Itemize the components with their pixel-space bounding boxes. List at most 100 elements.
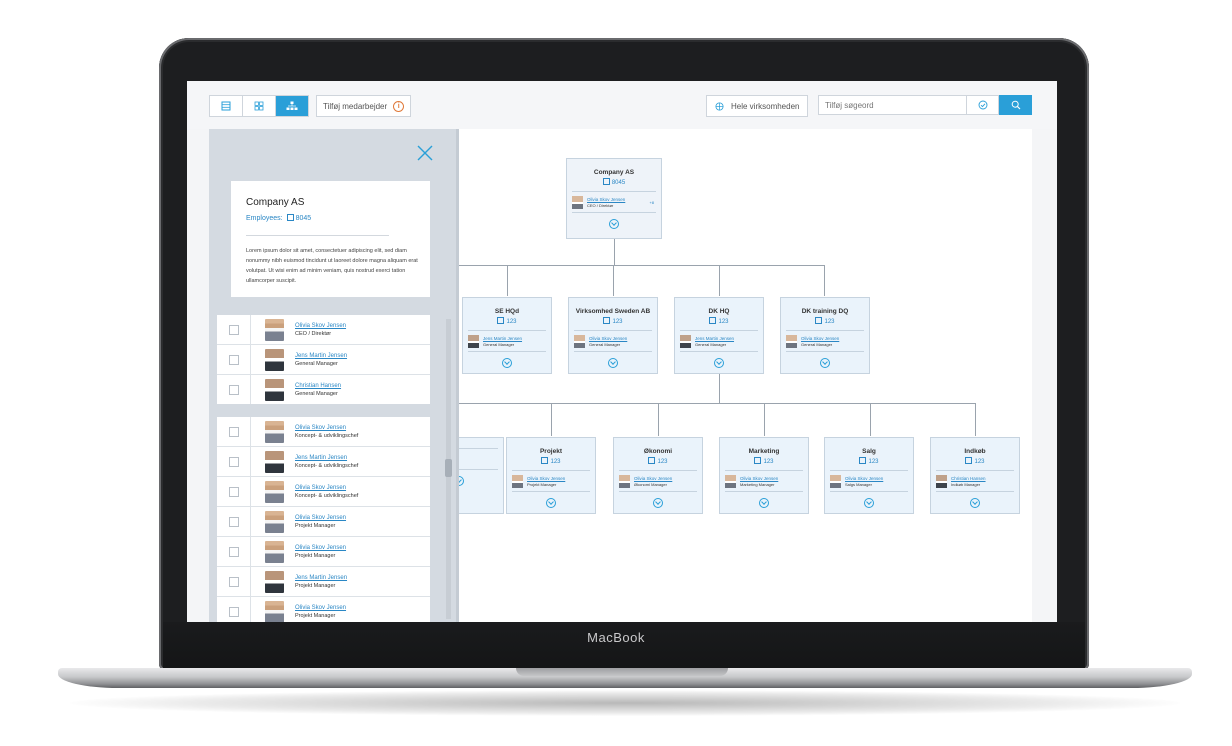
expand-icon[interactable]	[609, 219, 619, 229]
org-node[interactable]: DK training DQ 123 Olivia Skov Jensen Gener…	[780, 297, 870, 374]
select-checkbox[interactable]	[229, 456, 239, 467]
person-name-link[interactable]: Olivia Skov Jensen	[295, 323, 346, 329]
laptop-brand: MacBook	[587, 630, 645, 645]
manager-name-link[interactable]: Olivia Skov Jensen	[527, 476, 565, 481]
select-checkbox[interactable]	[229, 606, 239, 617]
org-node[interactable]: Økonomi 123 Olivia Skov Jensen Økonomi Mana…	[613, 437, 703, 514]
manager-name-link[interactable]: Olivia Skov Jensen	[801, 336, 839, 341]
manager-role: Økonomi Manager	[634, 481, 667, 487]
expand-icon[interactable]	[970, 498, 980, 508]
select-checkbox[interactable]	[229, 324, 239, 335]
scope-icon	[715, 101, 724, 111]
manager-name-link[interactable]: Olivia Skov Jensen	[589, 336, 627, 341]
org-node[interactable]: Indkøb 123 Christian Hansen Indkøb Manager	[930, 437, 1020, 514]
toolbar: Tilføj medarbejder i Hele virksomheden	[187, 81, 1057, 129]
list-item[interactable]: Christian Hansen General Manager	[217, 375, 430, 404]
expand-icon[interactable]	[546, 498, 556, 508]
select-checkbox[interactable]	[229, 486, 239, 497]
person-name-link[interactable]: Olivia Skov Jensen	[295, 515, 346, 521]
avatar	[265, 510, 284, 533]
select-checkbox[interactable]	[229, 516, 239, 527]
expand-icon[interactable]	[820, 358, 830, 368]
select-checkbox[interactable]	[229, 384, 239, 395]
person-name-link[interactable]: Olivia Skov Jensen	[295, 605, 346, 611]
manager-name-link[interactable]: Olivia Skov Jensen	[845, 476, 883, 481]
node-count: 123	[463, 317, 551, 325]
org-node[interactable]: DK HQ 123 Jens Martin Jensen General Manage…	[674, 297, 764, 374]
select-checkbox[interactable]	[229, 546, 239, 557]
person-name-link[interactable]: Jens Martin Jensen	[295, 455, 358, 461]
expand-icon[interactable]	[653, 498, 663, 508]
scope-selector[interactable]: Hele virksomheden	[706, 95, 809, 117]
list-item[interactable]: Olivia Skov Jensen Projekt Manager	[217, 597, 430, 622]
person-name-link[interactable]: Olivia Skov Jensen	[295, 425, 358, 431]
list-item[interactable]: Olivia Skov Jensen Koncept- & udviklingsc…	[217, 417, 430, 447]
person-info: Olivia Skov Jensen Projekt Manager	[295, 545, 346, 559]
avatar	[830, 474, 841, 488]
manager-role: Projekt Manager	[527, 481, 557, 487]
filter-button[interactable]	[967, 95, 999, 115]
person-role: Projekt Manager	[295, 612, 336, 619]
divider	[250, 345, 251, 374]
avatar	[574, 334, 585, 348]
node-manager: Olivia Skov Jensen CEO / Direktør +8	[572, 191, 656, 213]
search-button[interactable]	[999, 95, 1032, 115]
list-view-button[interactable]	[210, 96, 243, 116]
list-item[interactable]: Jens Martin Jensen General Manager	[217, 345, 430, 375]
scrollbar-thumb[interactable]	[445, 459, 452, 477]
list-item[interactable]: Jens Martin Jensen Projekt Manager	[217, 567, 430, 597]
node-title: Marketing	[748, 448, 780, 455]
manager-info: Olivia Skov Jensen Marketing Manager	[740, 476, 778, 487]
org-node[interactable]: Marketing 123 Olivia Skov Jensen Marketing …	[719, 437, 809, 514]
node-count: 123	[614, 457, 702, 465]
close-icon[interactable]	[416, 144, 434, 162]
manager-role: CEO / Direktør	[587, 202, 614, 208]
org-node[interactable]: Projekt 123 Olivia Skov Jensen Projekt Mana…	[506, 437, 596, 514]
org-node-root[interactable]: Company AS 8045 Olivia Skov Jensen CEO /…	[566, 158, 662, 239]
list-item[interactable]: Olivia Skov Jensen Projekt Manager	[217, 537, 430, 567]
select-checkbox[interactable]	[229, 576, 239, 587]
expand-icon[interactable]	[759, 498, 769, 508]
node-title: DK HQ	[708, 308, 730, 315]
grid-view-button[interactable]	[243, 96, 276, 116]
expand-icon[interactable]	[608, 358, 618, 368]
manager-name-link[interactable]: Jens Martin Jensen	[695, 336, 734, 341]
org-node[interactable]: SE HQd 123 Jens Martin Jensen General Manag…	[462, 297, 552, 374]
divider	[246, 235, 389, 236]
node-manager: Olivia Skov Jensen General Manager	[574, 330, 652, 352]
manager-info: Jens Martin Jensen General Manager	[483, 336, 522, 347]
person-name-link[interactable]: Jens Martin Jensen	[295, 575, 347, 581]
connector	[459, 265, 825, 266]
node-count: 8045	[567, 178, 661, 186]
list-item[interactable]: Olivia Skov Jensen Koncept- & udviklingsc…	[217, 477, 430, 507]
employees-count: Employees: 8045	[246, 214, 312, 222]
select-checkbox[interactable]	[229, 354, 239, 365]
select-checkbox[interactable]	[229, 426, 239, 437]
manager-name-link[interactable]: Olivia Skov Jensen	[587, 197, 625, 202]
avatar	[265, 480, 284, 503]
org-node[interactable]: Salg 123 Olivia Skov Jensen Salgs Manager	[824, 437, 914, 514]
manager-role: General Manager	[801, 341, 833, 347]
person-name-link[interactable]: Christian Hansen	[295, 383, 341, 389]
manager-name-link[interactable]: Jens Martin Jensen	[483, 336, 522, 341]
person-name-link[interactable]: Jens Martin Jensen	[295, 353, 347, 359]
manager-name-link[interactable]: Olivia Skov Jensen	[634, 476, 672, 481]
person-name-link[interactable]: Olivia Skov Jensen	[295, 485, 358, 491]
org-chart-view-button[interactable]	[276, 96, 308, 116]
expand-icon[interactable]	[714, 358, 724, 368]
person-name-link[interactable]: Olivia Skov Jensen	[295, 545, 346, 551]
expand-icon[interactable]	[502, 358, 512, 368]
org-chart-view-icon	[286, 101, 298, 110]
list-item[interactable]: Jens Martin Jensen Koncept- & udviklingsc…	[217, 447, 430, 477]
list-item[interactable]: Olivia Skov Jensen Projekt Manager	[217, 507, 430, 537]
manager-name-link[interactable]: Olivia Skov Jensen	[740, 476, 778, 481]
expand-icon[interactable]	[864, 498, 874, 508]
manager-name-link[interactable]: Christian Hansen	[951, 476, 986, 481]
avatar	[265, 450, 284, 473]
manager-info: Jens Martin Jensen General Manager	[695, 336, 734, 347]
org-node[interactable]: Virksomhed Sweden AB 123 Olivia Skov Jense…	[568, 297, 658, 374]
add-employees-button[interactable]: Tilføj medarbejder i	[316, 95, 412, 117]
list-item[interactable]: Olivia Skov Jensen CEO / Direktør	[217, 315, 430, 345]
search-input[interactable]	[818, 95, 967, 115]
info-icon[interactable]: i	[393, 100, 405, 112]
